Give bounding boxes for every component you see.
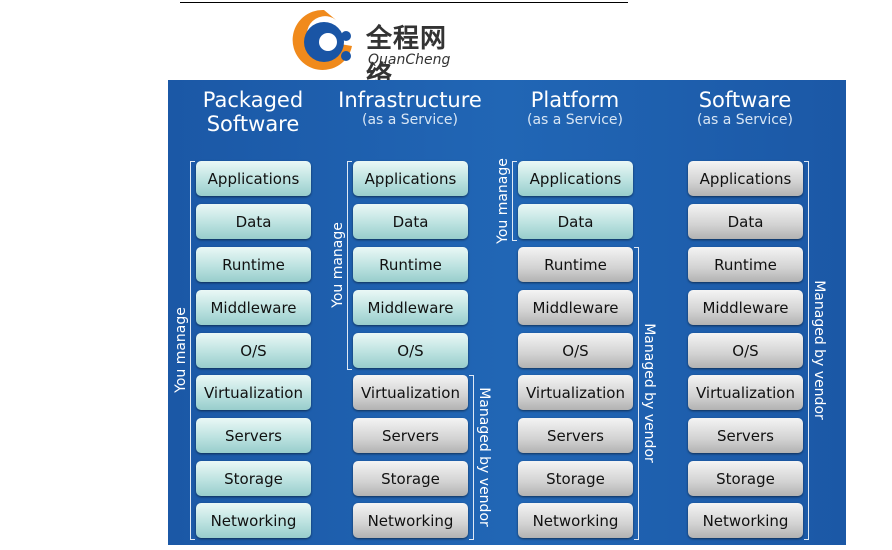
you-manage-label: You manage [329, 222, 346, 308]
column-subtitle: (as a Service) [526, 112, 624, 128]
column-header: Platform (as a Service) [490, 88, 660, 128]
bracket-tick [469, 375, 474, 376]
bracket-line [473, 375, 474, 539]
bracket-tick [804, 539, 809, 540]
column-title: Infrastructure [338, 88, 482, 112]
layer-runtime: Runtime [196, 247, 311, 282]
bracket-tick [190, 539, 195, 540]
column-title: Packaged [202, 88, 304, 112]
bracket-line [512, 161, 513, 240]
column-header: Packaged Software [168, 88, 338, 136]
bracket-line [808, 161, 809, 539]
layer-networking: Networking [353, 503, 468, 538]
column-subtitle: (as a Service) [361, 112, 459, 128]
layer-data: Data [353, 204, 468, 239]
layer-middleware: Middleware [196, 290, 311, 325]
layer-applications: Applications [196, 161, 311, 196]
logo-text-en: QuanCheng [368, 52, 451, 68]
column-title: Software [698, 88, 792, 112]
layer-networking: Networking [196, 503, 311, 538]
layer-virtualization: Virtualization [688, 375, 803, 410]
layer-applications: Applications [688, 161, 803, 196]
layer-storage: Storage [688, 461, 803, 496]
layer-runtime: Runtime [688, 247, 803, 282]
column-subtitle: (as a Service) [696, 112, 794, 128]
layer-servers: Servers [196, 418, 311, 453]
managed-by-vendor-label: Managed by vendor [640, 323, 657, 463]
layer-middleware: Middleware [518, 290, 633, 325]
layer-os: O/S [196, 333, 311, 368]
column-title-line2: Software [206, 112, 300, 136]
layer-data: Data [518, 204, 633, 239]
layer-virtualization: Virtualization [353, 375, 468, 410]
layer-virtualization: Virtualization [518, 375, 633, 410]
layer-runtime: Runtime [353, 247, 468, 282]
layer-data: Data [688, 204, 803, 239]
bracket-tick [512, 161, 517, 162]
column-title: Platform [530, 88, 620, 112]
bracket-tick [634, 539, 639, 540]
bracket-line [347, 161, 348, 369]
bracket-line [638, 247, 639, 539]
bracket-tick [190, 161, 195, 162]
layer-storage: Storage [196, 461, 311, 496]
bracket-tick [347, 369, 352, 370]
you-manage-label: You manage [172, 307, 189, 393]
logo-mark-icon [292, 9, 352, 70]
cloud-service-models-diagram: Packaged Software Applications Data Runtime M… [168, 80, 846, 545]
layer-servers: Servers [518, 418, 633, 453]
layer-os: O/S [518, 333, 633, 368]
layer-servers: Servers [353, 418, 468, 453]
bracket-tick [512, 240, 517, 241]
layer-applications: Applications [353, 161, 468, 196]
layer-middleware: Middleware [353, 290, 468, 325]
layer-applications: Applications [518, 161, 633, 196]
layer-middleware: Middleware [688, 290, 803, 325]
quancheng-logo: 全程网络 QuanCheng [290, 6, 470, 91]
layer-networking: Networking [688, 503, 803, 538]
layer-data: Data [196, 204, 311, 239]
top-rule [180, 2, 628, 3]
bracket-tick [804, 161, 809, 162]
column-header: Software (as a Service) [660, 88, 830, 128]
layer-storage: Storage [518, 461, 633, 496]
column-header: Infrastructure (as a Service) [325, 88, 495, 128]
managed-by-vendor-label: Managed by vendor [810, 280, 827, 420]
managed-by-vendor-label: Managed by vendor [475, 387, 492, 527]
you-manage-label: You manage [494, 157, 511, 244]
layer-os: O/S [688, 333, 803, 368]
layer-virtualization: Virtualization [196, 375, 311, 410]
layer-servers: Servers [688, 418, 803, 453]
bracket-tick [469, 539, 474, 540]
layer-storage: Storage [353, 461, 468, 496]
bracket-line [190, 161, 191, 539]
layer-runtime: Runtime [518, 247, 633, 282]
bracket-tick [347, 161, 352, 162]
layer-os: O/S [353, 333, 468, 368]
bracket-tick [634, 247, 639, 248]
layer-networking: Networking [518, 503, 633, 538]
